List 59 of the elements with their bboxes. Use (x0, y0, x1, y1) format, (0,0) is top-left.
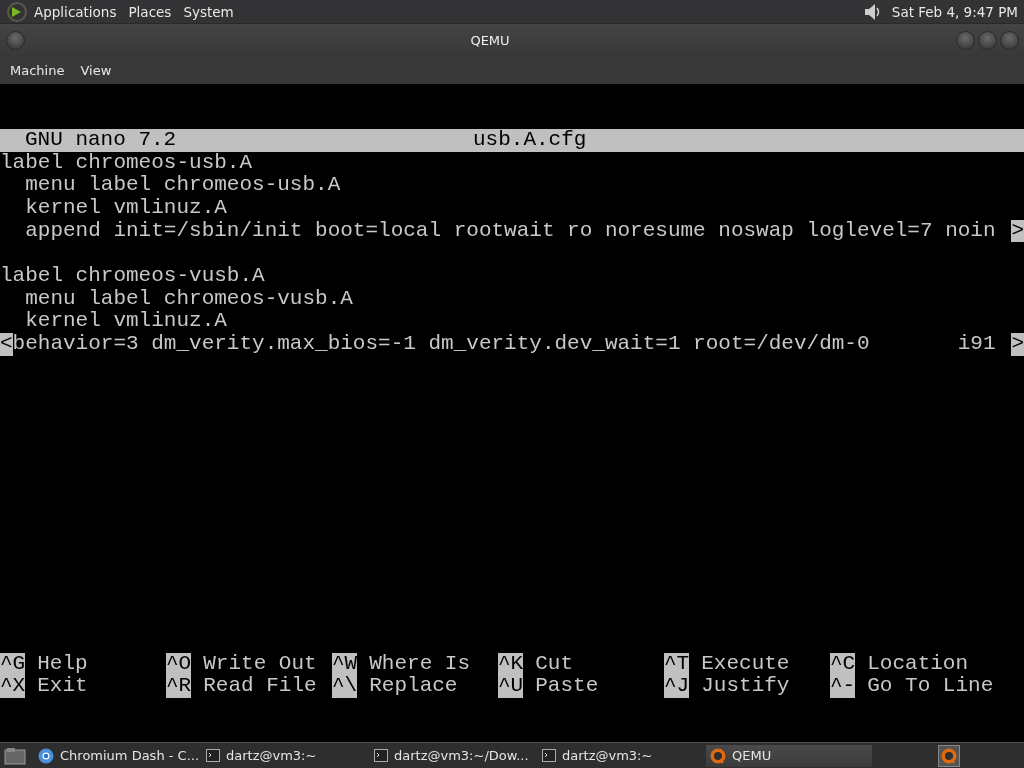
panel-menu[interactable]: Places (122, 3, 178, 20)
minimize-button[interactable] (955, 30, 975, 50)
close-button[interactable] (999, 30, 1019, 50)
shortcut-label: Go To Line (867, 675, 994, 698)
browser-icon (38, 747, 54, 764)
shortcut-label: Replace (369, 675, 458, 698)
terminal-icon (206, 749, 220, 762)
taskbar-button[interactable]: QEMU (706, 744, 872, 767)
code-line: label chromeos-usb.A (0, 151, 254, 175)
code-line: label chromeos-vusb.A (0, 264, 266, 288)
terminal-icon (542, 749, 556, 762)
shortcut-key: ^X (0, 675, 26, 698)
maximize-button[interactable] (977, 30, 997, 50)
file-name: usb.A.cfg (473, 129, 587, 152)
shortcut-label: Exit (37, 675, 88, 698)
shortcut-label: Location (867, 652, 969, 676)
scroll-marker: < (0, 333, 13, 356)
code-line: menu label chromeos-usb.A (24, 174, 342, 197)
window-title: QEMU (469, 32, 511, 48)
code-line: kernel vmlinuz.A (24, 310, 228, 333)
terminal-icon (374, 749, 388, 762)
scroll-marker: > (1011, 333, 1024, 356)
taskbar-button[interactable]: dartz@vm3:~ (538, 744, 704, 767)
shortcut-label: Help (37, 652, 88, 676)
taskbar-button[interactable]: dartz@vm3:~ (202, 744, 368, 767)
menu-item[interactable]: View (74, 62, 118, 78)
shortcut-key: ^C (830, 652, 856, 676)
menu-item[interactable]: Machine (4, 62, 71, 78)
shortcut-key: ^W (332, 652, 358, 676)
code-line: behavior=3 dm_verity.max_bios=-1 dm_verity.dev_wait=1 root=/dev/dm-0 i91 (12, 333, 997, 356)
code-line: menu label chromeos-vusb.A (24, 287, 354, 311)
shortcut-label: Cut (535, 652, 574, 676)
shortcut-key: ^- (830, 675, 856, 698)
shortcut-label: Write Out (203, 652, 317, 676)
shortcut-label: Where Is (369, 652, 471, 676)
code-line: append init=/sbin/init boot=local rootwait ro noresume noswap loglevel=7 noin (24, 219, 997, 243)
shortcut-key: ^O (166, 652, 192, 676)
editor-version: GNU nano 7.2 (24, 129, 178, 152)
shortcut-label: Execute (701, 652, 790, 676)
shortcut-label: Justify (701, 675, 790, 698)
panel-menu[interactable]: Applications (28, 3, 123, 20)
scroll-marker: > (1011, 219, 1024, 243)
window-menu-button[interactable] (5, 30, 25, 50)
shortcut-key: ^K (498, 652, 524, 676)
shortcut-label: Read File (203, 675, 317, 698)
shortcut-key: ^U (498, 675, 524, 698)
shortcut-key: ^G (0, 652, 26, 676)
code-line: kernel vmlinuz.A (24, 196, 228, 220)
taskbar-button[interactable]: dartz@vm3:~/Dow... (370, 744, 536, 767)
clock[interactable]: Sat Feb 4, 9:47 PM (883, 3, 1024, 20)
shortcut-key: ^T (664, 652, 690, 676)
shortcut-key: ^J (664, 675, 690, 698)
panel-menu[interactable]: System (177, 3, 240, 20)
logo-icon[interactable] (6, 0, 28, 23)
taskbar-button[interactable]: Chromium Dash - C... (34, 744, 200, 767)
shortcut-key: ^\ (332, 675, 358, 698)
tray-app-button[interactable] (938, 744, 960, 767)
shortcut-label: Paste (535, 675, 599, 698)
shortcut-key: ^R (166, 675, 192, 698)
